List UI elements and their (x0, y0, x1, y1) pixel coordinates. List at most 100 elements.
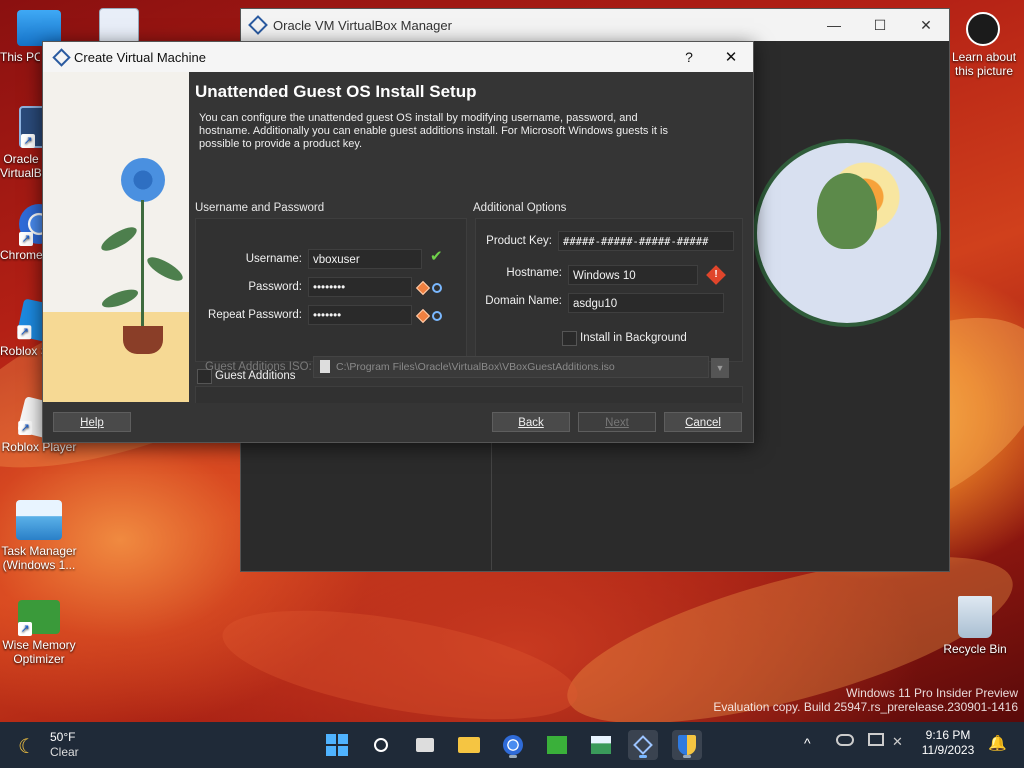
weather-desc: Clear (50, 745, 79, 759)
notification-bell-icon[interactable]: 🔔 (988, 734, 1007, 752)
guest-additions-group (195, 386, 743, 403)
wizard-page-content: Unattended Guest OS Install Setup You ca… (193, 72, 753, 403)
tray-overflow-chevron-icon[interactable]: ^ (804, 735, 811, 751)
flower-pot (123, 326, 163, 354)
repeat-password-strength-icon (415, 308, 431, 324)
dialog-titlebar[interactable]: Create Virtual Machine ? ✕ (43, 42, 753, 72)
password-label: Password: (248, 281, 302, 293)
cancel-button[interactable]: Cancel (664, 412, 742, 432)
chrome-taskbar-button[interactable] (498, 730, 528, 760)
search-button[interactable] (366, 730, 396, 760)
plant-stem (141, 200, 144, 330)
domain-name-label: Domain Name: (485, 295, 562, 307)
password-strength-icon (415, 280, 431, 296)
clock[interactable]: 9:16 PM 11/9/2023 (918, 728, 978, 758)
hostname-label: Hostname: (506, 267, 562, 279)
help-question-button[interactable]: ? (669, 49, 709, 65)
domain-name-input[interactable]: asdgu10 (568, 293, 724, 313)
weather-widget[interactable]: ☾ 50°F Clear (18, 728, 108, 762)
network-icon[interactable] (868, 733, 884, 746)
plant-leaf (144, 252, 186, 286)
recycle-bin-icon (958, 596, 992, 638)
virtualbox-logo-icon (248, 15, 268, 35)
virtualbox-taskbar-button[interactable] (628, 730, 658, 760)
shield-icon (678, 735, 696, 755)
virtualbox-logo-icon (52, 47, 71, 67)
guest-additions-iso-path: C:\Program Files\Oracle\VirtualBox\VBoxG… (336, 361, 615, 373)
memory-optimizer-taskbar-button[interactable] (542, 730, 572, 760)
desktop-icon-wise-memory-optimizer[interactable]: ↗ Wise Memory Optimizer (0, 600, 78, 666)
back-button[interactable]: Back (492, 412, 570, 432)
shortcut-arrow-icon: ↗ (18, 622, 32, 636)
dialog-title: Create Virtual Machine (74, 49, 206, 65)
guest-additions-iso-label: Guest Additions ISO: (205, 361, 312, 373)
iso-dropdown-button[interactable]: ▼ (711, 358, 729, 378)
cloud-offline-icon[interactable] (836, 734, 854, 746)
task-manager-icon (16, 500, 62, 540)
task-view-button[interactable] (410, 730, 440, 760)
file-icon (320, 360, 330, 373)
hostname-input[interactable]: Windows 10 (568, 265, 698, 285)
close-button[interactable]: ✕ (903, 9, 949, 41)
plant-leaf (98, 222, 140, 256)
dialog-close-button[interactable]: ✕ (709, 48, 753, 66)
repeat-password-label: Repeat Password: (208, 309, 302, 321)
shortcut-arrow-icon: ↗ (21, 134, 35, 148)
desktop-icon-task-manager[interactable]: Task Manager (Windows 1... (0, 500, 78, 572)
maximize-button[interactable]: ☐ (857, 9, 903, 41)
chevron-down-icon: ▼ (715, 363, 725, 373)
username-label: Username: (245, 253, 302, 265)
weather-temp: 50°F (50, 730, 76, 744)
task-manager-taskbar-button[interactable] (586, 730, 616, 760)
volume-muted-icon[interactable]: ✕ (892, 734, 903, 750)
credentials-group-label: Username and Password (195, 202, 325, 214)
running-indicator (683, 755, 691, 758)
repeat-password-input[interactable]: ••••••• (308, 305, 412, 325)
hostname-warning-icon: ! (706, 265, 726, 285)
memory-chip-icon: ↗ (18, 600, 60, 636)
camera-info-icon (966, 12, 1000, 46)
chrome-icon (503, 735, 523, 755)
clock-time: 9:16 PM (925, 728, 971, 742)
memory-chip-icon (547, 736, 567, 754)
help-button[interactable]: Help (53, 412, 131, 432)
next-button[interactable]: Next (578, 412, 656, 432)
file-explorer-button[interactable] (454, 730, 484, 760)
desktop-icon-recycle-bin[interactable]: Recycle Bin (936, 596, 1014, 656)
product-key-input[interactable]: #####-#####-#####-##### (558, 231, 734, 251)
manager-preview-circle (753, 139, 941, 327)
document-shortcut-icon (99, 8, 139, 44)
flower-icon (121, 158, 165, 202)
valid-checkmark-icon: ✔ (430, 248, 443, 265)
shortcut-arrow-icon: ↗ (17, 325, 32, 340)
moon-icon: ☾ (18, 736, 36, 758)
credentials-group: Username: vboxuser ✔ Password: •••••••• … (195, 218, 467, 362)
desktop-icon-learn-about-picture[interactable]: Learn about this picture (944, 12, 1022, 78)
windows-watermark: Windows 11 Pro Insider Preview Evaluatio… (713, 686, 1018, 714)
product-key-label: Product Key: (486, 235, 552, 247)
password-input[interactable]: •••••••• (308, 277, 412, 297)
taskbar: ☾ 50°F Clear ^ ✕ 9:16 PM 11/9/2023 🔔 (0, 722, 1024, 768)
create-vm-dialog[interactable]: Create Virtual Machine ? ✕ Unattended Gu… (42, 41, 754, 443)
show-repeat-password-eye-icon[interactable] (432, 311, 442, 321)
running-indicator (509, 755, 517, 758)
show-password-eye-icon[interactable] (432, 283, 442, 293)
start-button[interactable] (322, 730, 352, 760)
shortcut-arrow-icon: ↗ (18, 420, 33, 435)
manager-title: Oracle VM VirtualBox Manager (273, 17, 452, 33)
install-in-background-checkbox[interactable] (562, 331, 577, 346)
guest-additions-iso-selector[interactable]: C:\Program Files\Oracle\VirtualBox\VBoxG… (313, 356, 709, 378)
running-indicator (639, 755, 647, 758)
additional-options-group: Product Key: #####-#####-#####-##### Hos… (475, 218, 743, 362)
task-manager-icon (591, 736, 611, 754)
page-heading: Unattended Guest OS Install Setup (195, 82, 477, 101)
install-in-background-label[interactable]: Install in Background (580, 332, 687, 344)
page-description: You can configure the unattended guest O… (199, 112, 668, 150)
minimize-button[interactable]: — (811, 9, 857, 41)
manager-titlebar[interactable]: Oracle VM VirtualBox Manager — ☐ ✕ (241, 9, 949, 41)
virtualbox-logo-icon (633, 735, 653, 755)
additional-options-group-label: Additional Options (473, 202, 567, 214)
wizard-side-illustration (43, 72, 189, 402)
username-input[interactable]: vboxuser (308, 249, 422, 269)
security-taskbar-button[interactable] (672, 730, 702, 760)
